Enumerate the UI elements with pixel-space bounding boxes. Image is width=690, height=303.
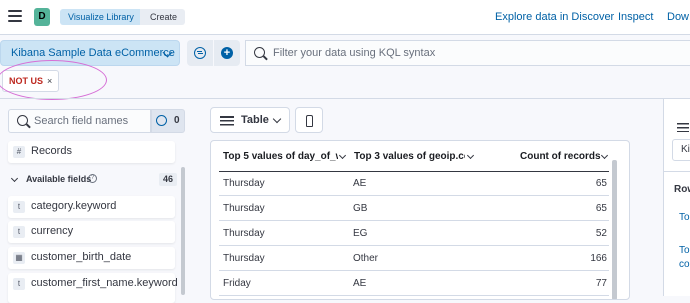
chevron-down-icon [272,114,282,124]
chevron-down-icon[interactable] [338,151,347,160]
filter-icon [156,115,167,126]
table-scrollbar[interactable] [612,160,617,299]
config-panel: Ki Row To To co [663,99,690,296]
field-name: customer_birth_date [31,251,132,263]
field-filter-button[interactable]: 0 [151,109,185,133]
cell-day: Thursday [223,253,265,264]
field-item[interactable]: t customer_first_name.keyword [8,273,178,303]
cell-country: AE [353,278,367,289]
cell-count: 65 [595,203,607,214]
available-fields-count: 46 [159,173,178,186]
kql-placeholder: Filter your data using KQL syntax [273,47,436,59]
field-name: currency [31,225,74,237]
workspace: Table Top 5 values of day_of_w Top 3 val… [190,99,650,300]
highlight-annotation [0,60,107,100]
config-input-value: Ki [681,144,690,155]
paintbrush-icon [306,115,313,127]
table-icon [220,116,234,126]
dimension-item-line2[interactable]: co [679,259,690,270]
field-search-input[interactable]: Search field names [8,109,151,133]
cell-count: 65 [595,178,607,189]
field-search-placeholder: Search field names [34,115,129,127]
table-row: Thursday EG 52 [219,222,609,246]
saved-query-button[interactable] [187,40,213,66]
top-header: D Visualize Library Create Explore data … [0,0,690,35]
filter-icon [194,47,206,59]
data-view-label: Kibana Sample Data eCommerce [11,47,175,59]
column-header-count[interactable]: Count of records [520,151,601,162]
table-icon [677,123,689,132]
cell-day: Friday [223,278,251,289]
info-icon[interactable]: ? [88,174,97,183]
sidebar-scrollbar[interactable] [181,167,185,295]
table-row: Friday AE 77 [219,272,609,296]
table-row: Thursday AE 65 [219,172,609,196]
cell-country: AE [353,178,367,189]
field-list-sidebar: Search field names 0 # Records Available… [0,99,190,303]
dimension-item[interactable]: To [679,212,690,223]
field-filter-count: 0 [174,115,180,126]
calendar-token-icon: ▦ [13,252,25,264]
chevron-down-icon[interactable] [466,151,475,160]
cell-day: Thursday [223,228,265,239]
field-item-records[interactable]: # Records [8,141,175,163]
data-table-panel: Top 5 values of day_of_w Top 3 values of… [210,140,630,300]
add-filter-button[interactable]: + [214,40,240,66]
field-item[interactable]: t category.keyword [8,196,175,218]
cell-count: 77 [595,278,607,289]
cell-country: Other [353,253,379,264]
breadcrumb-visualize-library[interactable]: Visualize Library [60,9,150,25]
text-token-icon: t [13,201,25,213]
column-header-day-of-week[interactable]: Top 5 values of day_of_w [223,151,338,162]
divider [664,171,690,172]
space-avatar[interactable]: D [34,8,50,26]
column-header-geoip-country[interactable]: Top 3 values of geoip.co [354,151,465,162]
text-token-icon: t [13,226,25,238]
field-name: customer_first_name.keyword [31,277,178,289]
explore-in-discover-link[interactable]: Explore data in Discover [495,11,614,23]
cell-count: 166 [590,253,607,264]
field-name: Records [31,145,72,157]
rows-section-label: Row [674,184,690,195]
cell-day: Thursday [223,203,265,214]
field-item[interactable]: ▦ customer_birth_date [8,247,175,269]
cell-day: Thursday [223,178,265,189]
palette-button[interactable] [295,107,323,133]
menu-icon[interactable] [8,10,22,24]
field-name: category.keyword [31,200,117,212]
field-item[interactable]: t currency [8,221,175,243]
chevron-down-icon [10,174,19,183]
breadcrumb-create: Create [140,9,186,25]
dimension-item[interactable]: To [679,245,690,256]
text-token-icon: t [13,278,25,290]
chevron-down-icon[interactable] [600,151,609,160]
search-icon [254,47,265,58]
available-fields-accordion[interactable]: Available fields ? 46 [8,172,178,188]
cell-count: 52 [595,228,607,239]
table-row: Thursday Other 166 [219,247,609,271]
number-token-icon: # [13,146,25,158]
visualization-type-label: Table [241,114,269,126]
config-input[interactable]: Ki [672,139,690,161]
inspect-link[interactable]: Inspect [618,11,653,23]
visualization-type-picker[interactable]: Table [210,107,290,133]
download-link[interactable]: Dow [667,11,689,23]
table-row: Thursday GB 65 [219,197,609,221]
available-fields-label: Available fields [26,174,92,184]
cell-country: GB [353,203,368,214]
search-icon [17,115,28,126]
cell-country: EG [353,228,368,239]
plus-icon: + [221,47,233,59]
kql-search-input[interactable]: Filter your data using KQL syntax [245,40,690,66]
